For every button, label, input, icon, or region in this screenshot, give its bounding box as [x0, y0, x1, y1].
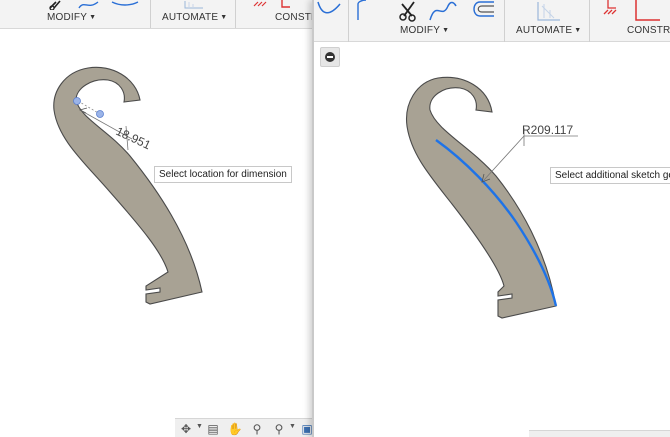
navigation-bar: ✥ ▼ ▤ ✋ ⚲ ⚲ ▼ ▣ — [175, 418, 312, 437]
zoom-icon[interactable]: ⚲ — [249, 421, 265, 437]
pan-icon[interactable]: ✋ — [227, 421, 243, 437]
orbit-icon[interactable]: ✥ — [178, 421, 194, 437]
right-viewport[interactable]: MODIFY▼ AUTOMATE▼ CONSTRA R209.117 Selec… — [312, 0, 670, 437]
radius-dimension-text[interactable]: R209.117 — [522, 123, 573, 137]
display-icon[interactable]: ▣ — [299, 421, 312, 437]
right-sketch-canvas[interactable]: R209.117 — [314, 0, 670, 437]
point-handle[interactable] — [96, 110, 104, 118]
sketch-profile — [405, 76, 557, 319]
zoom-window-icon[interactable]: ⚲ — [271, 421, 287, 437]
look-at-icon[interactable]: ▤ — [205, 421, 221, 437]
left-sketch-canvas[interactable]: 18.951 — [0, 0, 312, 437]
status-tooltip: Select additional sketch ge — [550, 167, 670, 184]
status-tooltip: Select location for dimension — [154, 166, 292, 183]
point-handle[interactable] — [73, 97, 81, 105]
navigation-bar — [529, 430, 670, 437]
left-viewport[interactable]: MODIFY▼ AUTOMATE▼ CONSTR 18.951 Select l… — [0, 0, 312, 437]
